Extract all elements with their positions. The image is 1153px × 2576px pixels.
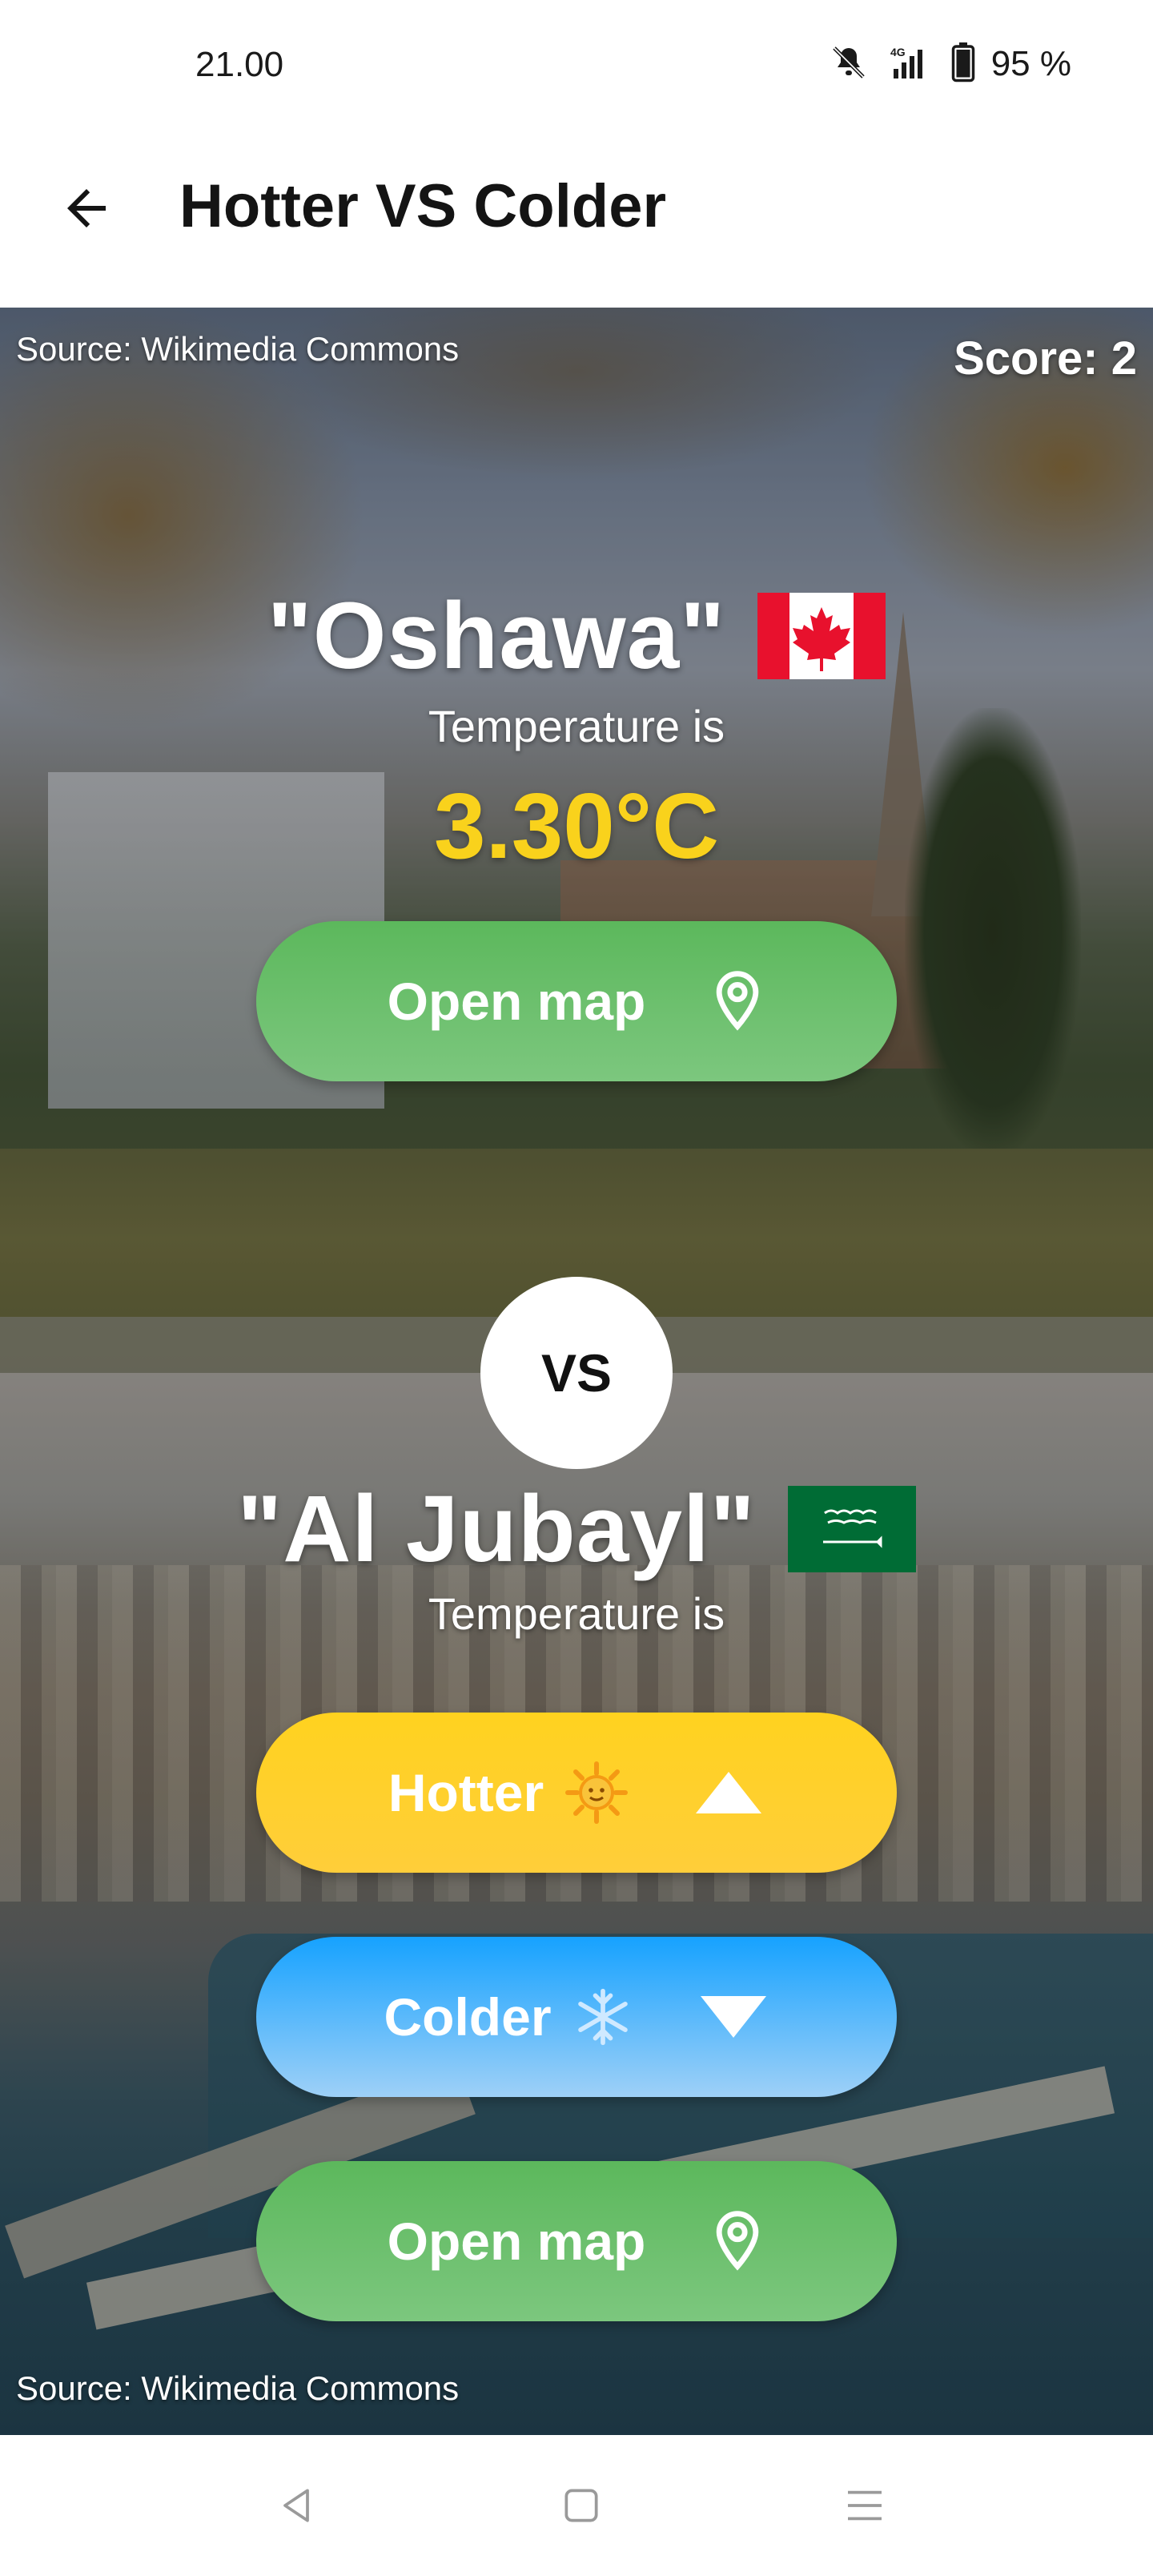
hotter-label: Hotter <box>388 1763 544 1822</box>
app-bar: Hotter VS Colder <box>0 128 1153 308</box>
top-temperature-label: Temperature is <box>428 701 725 751</box>
battery-percentage: 95 % <box>990 44 1071 83</box>
top-city-name: "Oshawa" <box>267 583 726 689</box>
top-city-panel: Source: Wikimedia Commons Score: 2 "Osha… <box>0 308 1153 1373</box>
status-bar: 21.00 4G 95 % <box>0 0 1153 128</box>
signal-icon: 4G <box>884 43 935 86</box>
top-open-map-label: Open map <box>387 972 646 1031</box>
nav-menu-button[interactable] <box>833 2473 897 2538</box>
nav-home-icon <box>564 2489 598 2522</box>
vs-badge: VS <box>480 1277 673 1469</box>
bottom-temperature-label: Temperature is <box>428 1588 725 1639</box>
top-photo-source: Source: Wikimedia Commons <box>16 330 460 368</box>
svg-text:4G: 4G <box>890 46 906 58</box>
map-pin-icon <box>717 971 759 1031</box>
bottom-city-header: "Al Jubayl" <box>0 1469 1153 1589</box>
system-nav-bar <box>0 2435 1153 2576</box>
mute-icon <box>830 43 868 86</box>
top-city-header: "Oshawa" <box>0 580 1153 692</box>
bottom-city-name: "Al Jubayl" <box>237 1476 756 1582</box>
snowflake-icon <box>577 1988 628 2046</box>
arrow-left-icon <box>67 189 106 227</box>
nav-back-icon <box>283 2489 309 2522</box>
nav-home-button[interactable] <box>549 2473 613 2538</box>
bottom-open-map-button[interactable]: Open map <box>256 2161 897 2321</box>
bottom-open-map-label: Open map <box>387 2212 646 2271</box>
battery-icon <box>951 42 975 87</box>
nav-menu-icon <box>848 2490 882 2521</box>
top-temperature-value: 3.30°C <box>434 774 719 878</box>
canada-flag-icon <box>757 593 886 679</box>
vs-label: VS <box>540 1343 613 1403</box>
top-open-map-button[interactable]: Open map <box>256 921 897 1081</box>
saudi-arabia-flag-icon <box>787 1486 916 1572</box>
status-time: 21.00 <box>195 45 284 84</box>
map-pin-icon <box>717 2211 759 2271</box>
bottom-photo-source: Source: Wikimedia Commons <box>16 2369 460 2407</box>
score-label: Score: 2 <box>954 332 1137 384</box>
status-icons: 4G 95 % <box>830 42 1071 87</box>
hotter-button[interactable]: Hotter <box>256 1713 897 1873</box>
sun-icon <box>565 1761 629 1824</box>
page-title: Hotter VS Colder <box>179 172 667 240</box>
nav-back-button[interactable] <box>264 2473 328 2538</box>
colder-button[interactable]: Colder <box>256 1937 897 2097</box>
triangle-down-icon <box>700 1996 766 2038</box>
back-button[interactable] <box>48 170 125 247</box>
bottom-city-panel: "Al Jubayl" Temperature is Hotter Colder… <box>0 1373 1153 2435</box>
triangle-up-icon <box>696 1772 762 1813</box>
colder-label: Colder <box>384 1987 552 2047</box>
